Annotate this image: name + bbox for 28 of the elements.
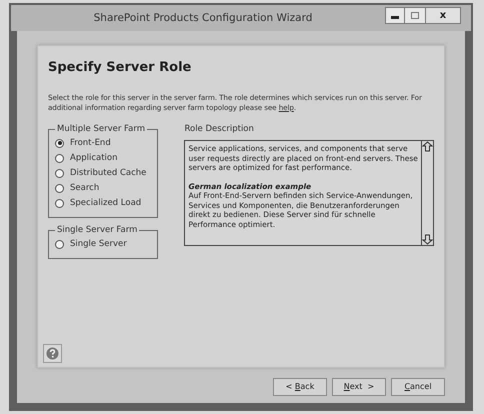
radio-option[interactable]: Search [55,180,152,196]
radio-option[interactable]: Distributed Cache [55,166,152,180]
maximize-button[interactable] [405,7,425,24]
group-title: Multiple Server Farm [55,124,147,134]
help-button[interactable] [43,344,62,363]
radio-button[interactable] [55,154,64,162]
radio-button[interactable] [55,168,64,178]
window-title: SharePoint Products Configuration Wizard [92,11,314,26]
radio-button[interactable] [55,138,64,148]
radio-option[interactable]: Application [55,150,152,166]
radio-button[interactable] [55,240,64,248]
scroll-down-icon[interactable] [422,234,433,246]
radio-button[interactable] [55,184,64,192]
scroll-bar[interactable] [421,141,433,246]
group-title: Single Server Farm [55,224,140,236]
page-heading: Specify Server Role [48,59,192,77]
close-button[interactable]: x [425,7,461,24]
wizard-button[interactable]: Next > [332,378,386,396]
radio-option[interactable]: Specialized Load [55,196,152,210]
role-description-label: Role Description [184,122,255,136]
radio-option[interactable]: Front-End [55,136,152,150]
help-icon[interactable] [46,347,59,360]
minimize-button[interactable] [385,7,405,24]
wizard-button[interactable]: < Back [273,378,327,396]
wizard-button[interactable]: Cancel [391,378,445,396]
scroll-up-icon[interactable] [422,141,433,152]
radio-option[interactable]: Single Server [55,236,152,252]
radio-button[interactable] [55,198,64,208]
